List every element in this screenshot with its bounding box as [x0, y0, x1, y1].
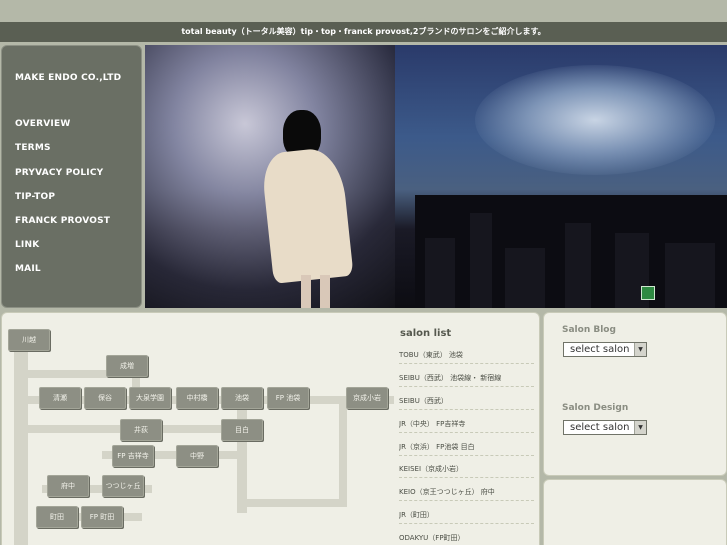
- nav-privacy-policy[interactable]: PRYVACY POLICY: [15, 168, 103, 178]
- nav-terms[interactable]: TERMS: [15, 143, 51, 153]
- station-oizumi-gakuen[interactable]: 大泉学園: [129, 387, 171, 409]
- sky-cloud: [475, 65, 715, 175]
- station-iogi[interactable]: 井荻: [120, 419, 162, 441]
- station-nakamurabashi[interactable]: 中村橋: [176, 387, 218, 409]
- station-fp-machida[interactable]: FP 町田: [81, 506, 123, 528]
- salon-list-item[interactable]: KEIO（京王つつじヶ丘） 府中: [399, 483, 534, 501]
- station-fuchu[interactable]: 府中: [47, 475, 89, 497]
- station-kawagoe[interactable]: 川越: [8, 329, 50, 351]
- hero-image: [145, 45, 727, 308]
- chevron-down-icon: ▼: [634, 421, 646, 434]
- station-nakano[interactable]: 中野: [176, 445, 218, 467]
- nav-mail[interactable]: MAIL: [15, 264, 41, 274]
- brand-logo[interactable]: MAKE ENDO CO.,LTD: [15, 73, 121, 83]
- station-tsutsujigaoka[interactable]: つつじヶ丘: [102, 475, 144, 497]
- nav-franck-provost[interactable]: FRANCK PROVOST: [15, 216, 110, 226]
- chevron-down-icon: ▼: [634, 343, 646, 356]
- model-figure: [260, 110, 354, 308]
- station-kiyose[interactable]: 清瀬: [39, 387, 81, 409]
- salon-design-title: Salon Design: [562, 403, 629, 413]
- salon-list-item[interactable]: ODAKYU（FP町田）: [399, 529, 534, 545]
- green-sign-icon: [641, 286, 655, 300]
- salon-list-item[interactable]: JR（京浜） FP池袋 目白: [399, 438, 534, 456]
- station-hoya[interactable]: 保谷: [84, 387, 126, 409]
- salon-design-select-value: select salon: [570, 422, 630, 433]
- salon-list-item[interactable]: JR（町田）: [399, 506, 534, 524]
- station-mejiro[interactable]: 目白: [221, 419, 263, 441]
- station-fp-ikebukuro[interactable]: FP 池袋: [267, 387, 309, 409]
- salon-blog-select-value: select salon: [570, 344, 630, 355]
- salon-list-item[interactable]: SEIBU（西武）: [399, 392, 534, 410]
- salon-blog-select[interactable]: select salon ▼: [563, 342, 647, 357]
- nav-link[interactable]: LINK: [15, 240, 39, 250]
- salon-list-item[interactable]: TOBU（東武） 池袋: [399, 346, 534, 364]
- salon-list-item[interactable]: KEISEI（京成小岩）: [399, 460, 534, 478]
- salon-design-select[interactable]: select salon ▼: [563, 420, 647, 435]
- nav-overview[interactable]: OVERVIEW: [15, 119, 70, 129]
- city-skyline: [415, 195, 727, 308]
- station-keisei-koiwa[interactable]: 京成小岩: [346, 387, 388, 409]
- sidebar: MAKE ENDO CO.,LTD OVERVIEW TERMS PRYVACY…: [1, 45, 142, 308]
- salon-selector-panel: Salon Blog select salon ▼ Salon Design s…: [543, 312, 727, 476]
- station-ikebukuro[interactable]: 池袋: [221, 387, 263, 409]
- top-strip: [0, 0, 727, 22]
- station-fp-kichijoji[interactable]: FP 吉祥寺: [112, 445, 154, 467]
- salon-list-title: salon list: [400, 328, 452, 339]
- salon-blog-title: Salon Blog: [562, 325, 616, 335]
- station-machida[interactable]: 町田: [36, 506, 78, 528]
- route-map-panel: 川越 成増 清瀬 保谷 大泉学園 中村橋 池袋 FP 池袋 京成小岩 井荻 目白…: [1, 312, 540, 545]
- salon-list-item[interactable]: JR（中央） FP吉祥寺: [399, 415, 534, 433]
- nav-tip-top[interactable]: TIP-TOP: [15, 192, 55, 202]
- station-narimasu[interactable]: 成増: [106, 355, 148, 377]
- salon-list-item[interactable]: SEIBU（西武） 池袋線・ 新宿線: [399, 369, 534, 387]
- empty-panel: [543, 479, 727, 545]
- page-title-bar: total beauty（トータル美容）tip・top・franck provo…: [0, 22, 727, 42]
